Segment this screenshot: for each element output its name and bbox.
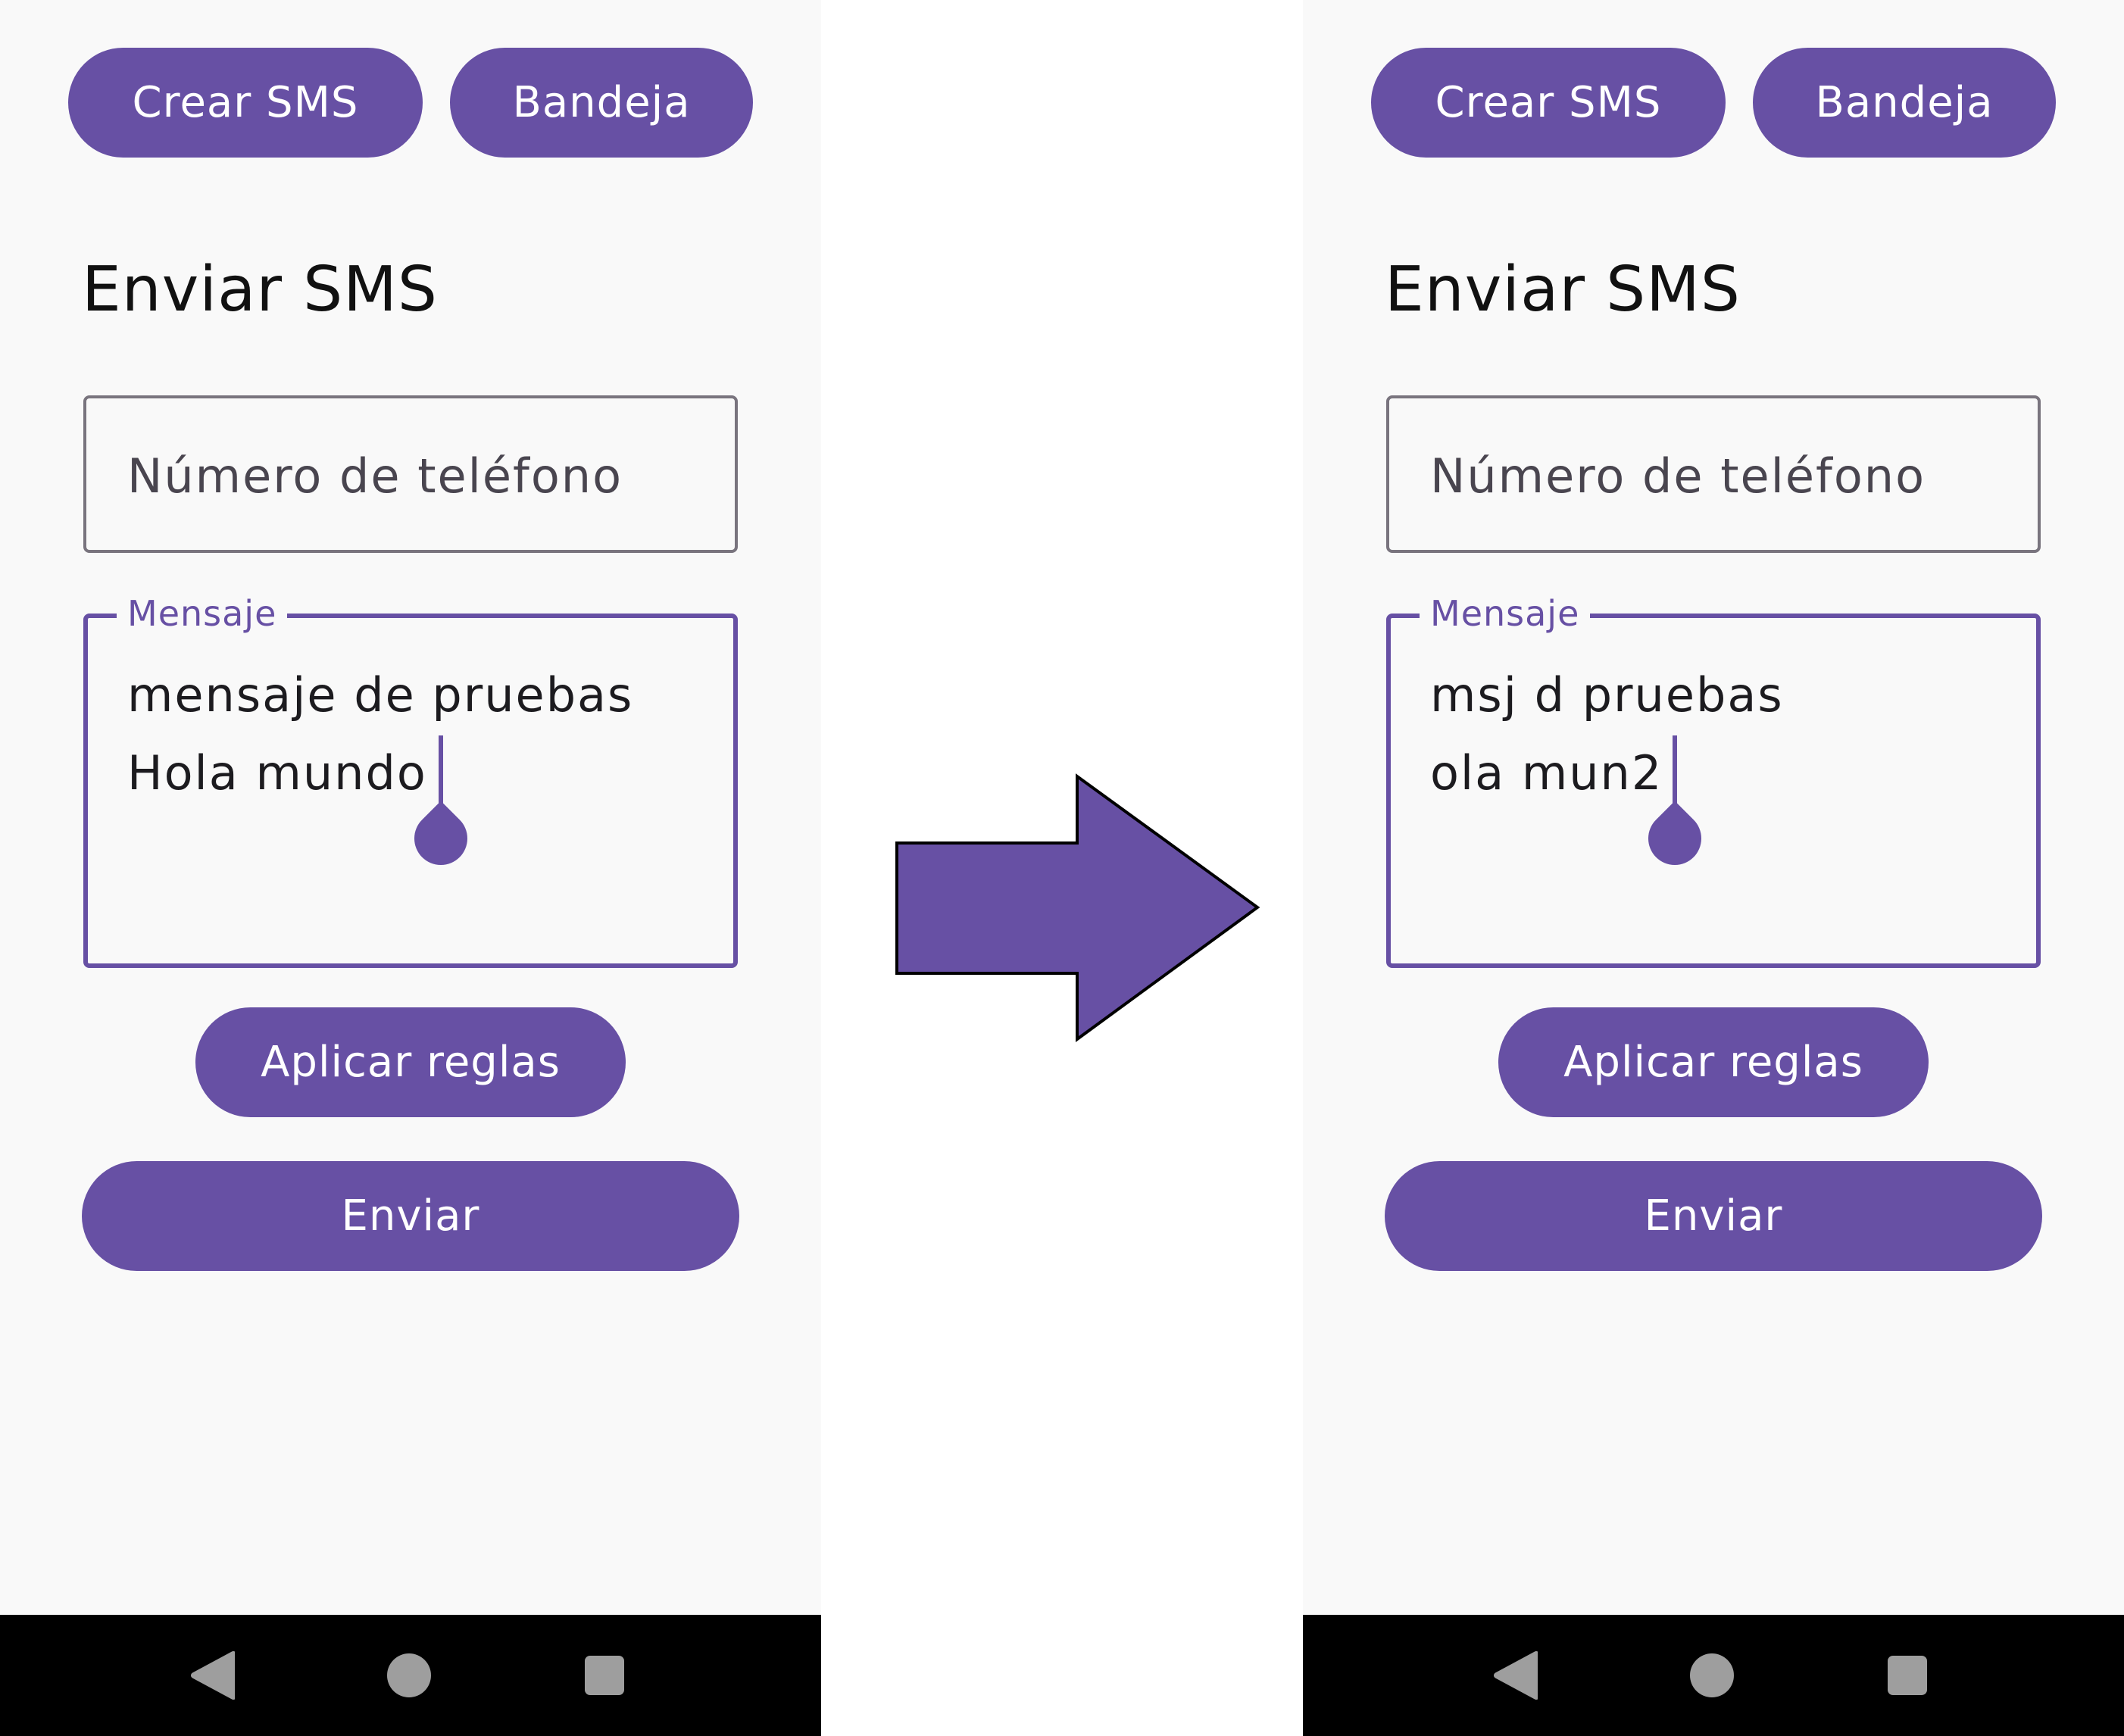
home-icon[interactable] [379,1645,439,1706]
phone-number-input[interactable]: Número de teléfono [83,395,738,553]
cursor-handle-icon[interactable] [403,801,479,876]
message-field-label: Mensaje [1420,593,1591,634]
back-icon[interactable] [1485,1645,1545,1706]
phone-number-placeholder: Número de teléfono [127,448,623,504]
back-icon[interactable] [182,1645,242,1706]
message-input[interactable]: Mensaje msj d pruebas ola mun2 [1386,593,2041,968]
message-text-line-2: Hola mundo [127,745,427,801]
enviar-button[interactable]: Enviar [82,1161,739,1271]
phone-number-input[interactable]: Número de teléfono [1386,395,2041,553]
recents-icon[interactable] [1877,1645,1938,1706]
phone-number-placeholder: Número de teléfono [1430,448,1926,504]
message-text-line-1: msj d pruebas [1430,667,1784,723]
message-text-line-2: ola mun2 [1430,745,1663,801]
message-text-line-1: mensaje de pruebas [127,667,634,723]
crear-sms-button[interactable]: Crear SMS [1371,48,1726,158]
page-title: Enviar SMS [82,254,438,326]
enviar-button[interactable]: Enviar [1385,1161,2042,1271]
message-input[interactable]: Mensaje mensaje de pruebas Hola mundo [83,593,738,968]
page-title: Enviar SMS [1385,254,1741,326]
phone-screen-after: Crear SMS Bandeja Enviar SMS Número de t… [1303,0,2124,1736]
aplicar-reglas-button[interactable]: Aplicar reglas [195,1007,626,1117]
system-navigation-bar [1303,1615,2124,1736]
phone-screen-before: Crear SMS Bandeja Enviar SMS Número de t… [0,0,821,1736]
crear-sms-button[interactable]: Crear SMS [68,48,423,158]
bandeja-button[interactable]: Bandeja [1753,48,2056,158]
right-arrow-icon [895,773,1260,1042]
cursor-handle-icon[interactable] [1637,801,1713,876]
bandeja-button[interactable]: Bandeja [450,48,753,158]
aplicar-reglas-button[interactable]: Aplicar reglas [1498,1007,1929,1117]
home-icon[interactable] [1682,1645,1742,1706]
message-field-label: Mensaje [117,593,288,634]
recents-icon[interactable] [574,1645,635,1706]
system-navigation-bar [0,1615,821,1736]
